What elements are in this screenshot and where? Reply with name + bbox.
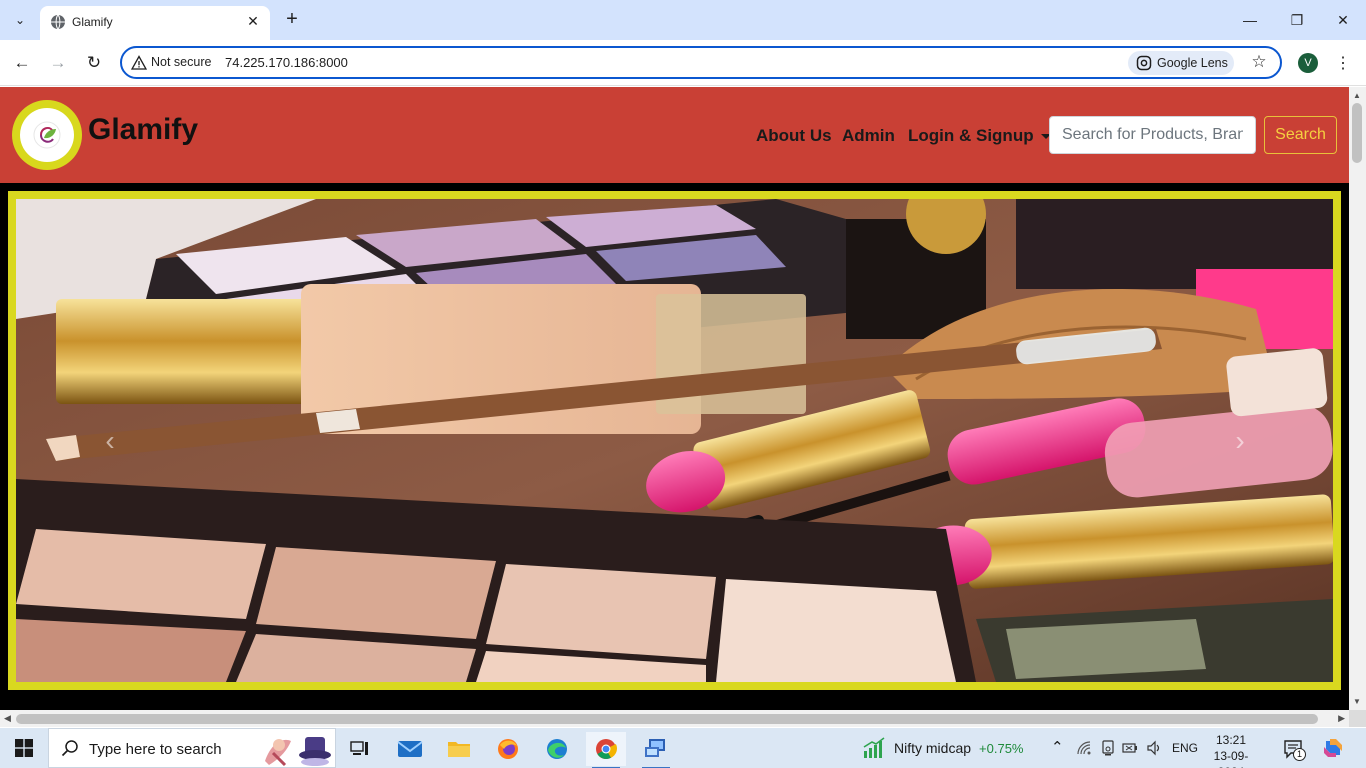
carousel-next-icon[interactable]: › bbox=[1230, 427, 1250, 455]
address-bar[interactable]: Not secure 74.225.170.186:8000 Google Le… bbox=[120, 46, 1282, 79]
clock-time: 13:21 bbox=[1215, 733, 1247, 747]
scrollbar-corner bbox=[1349, 710, 1366, 727]
copilot-icon[interactable] bbox=[1322, 737, 1344, 759]
battery-icon[interactable] bbox=[1122, 740, 1138, 756]
taskbar-search-placeholder: Type here to search bbox=[89, 741, 222, 758]
device-icon[interactable] bbox=[1100, 740, 1116, 756]
notification-count-badge: 1 bbox=[1293, 748, 1306, 761]
firefox-icon[interactable] bbox=[488, 732, 528, 766]
browser-menu-icon[interactable]: ⋮ bbox=[1334, 51, 1352, 75]
google-lens-label: Google Lens bbox=[1157, 56, 1228, 70]
hero-makeup-image: ‹ › bbox=[16, 199, 1333, 682]
nav-about-us[interactable]: About Us bbox=[756, 126, 832, 146]
volume-icon[interactable] bbox=[1146, 740, 1162, 756]
network-icon[interactable] bbox=[1077, 741, 1091, 755]
windows-logo-icon bbox=[15, 739, 33, 757]
scroll-right-icon[interactable]: ▶ bbox=[1338, 713, 1345, 724]
windows-taskbar: Type here to search Nifty midcap +0.75% … bbox=[0, 728, 1366, 768]
brand-name[interactable]: Glamify bbox=[88, 113, 198, 147]
task-view-icon[interactable] bbox=[340, 732, 380, 766]
leaf-logo-icon bbox=[33, 121, 61, 149]
close-window-icon[interactable]: ✕ bbox=[1331, 8, 1355, 32]
site-logo[interactable] bbox=[12, 100, 82, 170]
taskbar-clock[interactable]: 13:21 13-09-2024 bbox=[1208, 732, 1254, 768]
browser-tab-bar: ⌄ Glamify ✕ + — ❐ ✕ bbox=[0, 0, 1366, 40]
google-lens-icon bbox=[1136, 55, 1152, 71]
search-highlight-illustration-icon bbox=[265, 737, 331, 767]
remote-desktop-glyph-icon bbox=[645, 739, 665, 757]
reload-icon[interactable]: ↻ bbox=[82, 51, 106, 75]
horizontal-scrollbar[interactable]: ◀ ▶ bbox=[0, 710, 1349, 727]
clock-date: 13-09-2024 bbox=[1213, 749, 1249, 768]
browser-tab[interactable]: Glamify ✕ bbox=[40, 6, 270, 40]
site-navbar: Glamify About Us Admin Login & Signup Se… bbox=[0, 87, 1349, 183]
warning-triangle-icon bbox=[131, 55, 147, 70]
forward-arrow-icon[interactable]: → bbox=[46, 51, 70, 75]
notification-center[interactable]: 1 bbox=[1283, 738, 1306, 761]
logo-badge bbox=[20, 108, 74, 162]
globe-icon bbox=[51, 14, 65, 30]
task-view-glyph-icon bbox=[350, 741, 368, 755]
hero-carousel: ‹ › bbox=[8, 191, 1341, 690]
taskbar-search-box[interactable]: Type here to search bbox=[48, 728, 336, 768]
back-arrow-icon[interactable]: ← bbox=[10, 51, 34, 75]
search-button[interactable]: Search bbox=[1264, 116, 1337, 154]
makeup-photo bbox=[16, 199, 1333, 682]
ticker-change: +0.75% bbox=[979, 740, 1024, 756]
mail-envelope-icon bbox=[397, 741, 423, 757]
page-viewport: Glamify About Us Admin Login & Signup Se… bbox=[0, 87, 1349, 710]
edge-icon[interactable] bbox=[537, 732, 577, 766]
tab-close-icon[interactable]: ✕ bbox=[244, 12, 262, 30]
carousel-prev-icon[interactable]: ‹ bbox=[100, 427, 120, 455]
input-language[interactable]: ENG bbox=[1172, 741, 1198, 755]
browser-toolbar: ← → ↻ Not secure 74.225.170.186:8000 Goo… bbox=[0, 40, 1366, 86]
firefox-logo-icon bbox=[498, 739, 518, 759]
scroll-up-icon[interactable]: ▲ bbox=[1353, 91, 1361, 100]
scroll-down-icon[interactable]: ▼ bbox=[1353, 697, 1361, 706]
mail-app-icon[interactable] bbox=[390, 732, 430, 766]
minimize-icon[interactable]: — bbox=[1238, 8, 1262, 32]
tray-overflow-chevron-icon[interactable]: ⌃ bbox=[1051, 738, 1064, 756]
nav-admin[interactable]: Admin bbox=[842, 126, 895, 146]
security-status[interactable]: Not secure bbox=[151, 55, 211, 69]
chrome-logo-icon bbox=[596, 739, 617, 760]
stock-chart-up-icon bbox=[863, 737, 885, 758]
edge-logo-icon bbox=[547, 739, 567, 759]
scroll-left-icon[interactable]: ◀ bbox=[4, 713, 11, 724]
remote-desktop-icon[interactable] bbox=[636, 732, 676, 768]
search-icon bbox=[61, 740, 78, 757]
folder-icon bbox=[448, 742, 470, 757]
chrome-icon[interactable] bbox=[586, 732, 626, 768]
google-lens-button[interactable]: Google Lens bbox=[1128, 51, 1234, 75]
restore-icon[interactable]: ❐ bbox=[1285, 8, 1309, 32]
new-tab-plus-icon[interactable]: + bbox=[282, 8, 302, 30]
product-search-input[interactable] bbox=[1049, 116, 1256, 154]
horizontal-scroll-thumb[interactable] bbox=[16, 714, 1318, 724]
vertical-scroll-thumb[interactable] bbox=[1352, 103, 1362, 163]
bookmark-star-icon[interactable]: ☆ bbox=[1248, 51, 1270, 73]
profile-avatar[interactable]: V bbox=[1298, 53, 1318, 73]
vertical-scrollbar[interactable]: ▲ ▼ bbox=[1349, 87, 1366, 710]
stock-ticker-widget[interactable]: Nifty midcap +0.75% bbox=[862, 728, 1023, 768]
tab-title: Glamify bbox=[72, 15, 113, 29]
nav-login-signup[interactable]: Login & Signup bbox=[908, 126, 1051, 146]
file-explorer-icon[interactable] bbox=[439, 732, 479, 766]
url-text[interactable]: 74.225.170.186:8000 bbox=[225, 55, 348, 70]
nav-login-signup-label: Login & Signup bbox=[908, 126, 1034, 145]
ticker-name: Nifty midcap bbox=[894, 740, 972, 756]
start-button[interactable] bbox=[0, 728, 48, 768]
tab-search-chevron-icon[interactable]: ⌄ bbox=[8, 8, 32, 32]
